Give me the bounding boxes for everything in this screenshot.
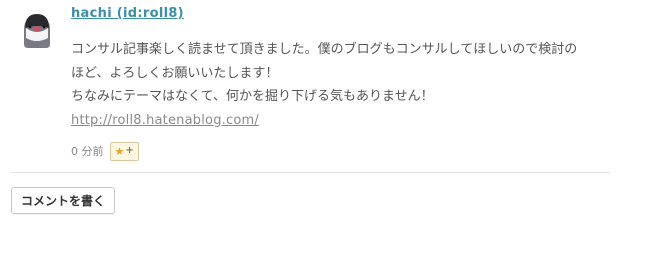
comment-divider [10,172,610,173]
commenter-blog-link[interactable]: http://roll8.hatenablog.com/ [71,109,259,133]
comment-body: コンサル記事楽しく読ませて頂きました。僕のブログもコンサルしてほしいので検討の … [71,38,631,132]
comment-text-line-3: ちなみにテーマはなくて、何かを掘り下げる気もありません！ [71,89,434,104]
write-comment-button[interactable]: コメントを書く [11,187,115,214]
comment-text-line-1: コンサル記事楽しく読ませて頂きました。僕のブログもコンサルしてほしいので検討の [71,42,578,57]
star-icon: ★ [114,144,125,158]
add-star-button[interactable]: ★ + [109,141,139,161]
comment-text-line-2: ほど、よろしくお願いいたします！ [71,65,279,81]
comment-author-link[interactable]: hachi (id:roll8) [71,6,184,21]
comment-timestamp: 0 分前 [71,145,104,158]
plus-icon: + [125,145,134,156]
avatar-icon[interactable] [20,8,54,49]
comment-meta: 0 分前 ★ + [71,141,139,161]
